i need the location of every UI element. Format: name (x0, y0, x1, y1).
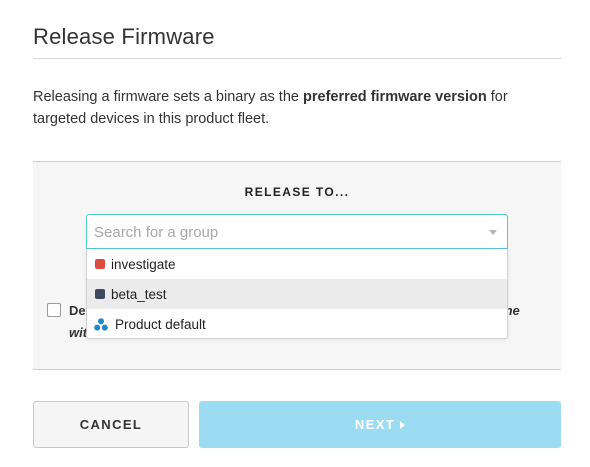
group-option-label: investigate (111, 256, 176, 272)
chevron-right-icon (400, 420, 406, 429)
modal-title: Release Firmware (33, 24, 215, 49)
next-button[interactable]: NEXT (199, 401, 561, 448)
chevron-down-icon[interactable] (489, 230, 497, 235)
default-checkbox[interactable] (47, 303, 61, 317)
group-dropdown-menu: investigate beta_test Product default (86, 249, 508, 339)
cancel-button-label: CANCEL (79, 417, 143, 432)
group-option-label: Product default (115, 316, 206, 332)
release-to-heading: RELEASE TO... (244, 185, 350, 199)
group-option-product-default[interactable]: Product default (87, 309, 507, 339)
intro-text-bold: preferred firmware version (303, 89, 487, 105)
group-search-input[interactable] (94, 221, 474, 243)
next-button-label: NEXT (354, 417, 396, 432)
group-option-investigate[interactable]: investigate (87, 249, 507, 279)
group-color-swatch (95, 289, 105, 299)
intro-text: Releasing a firmware sets a binary as th… (33, 86, 561, 130)
cancel-button[interactable]: CANCEL (33, 401, 189, 448)
intro-text-start: Releasing a firmware sets a binary as th… (33, 89, 303, 105)
group-select[interactable] (86, 214, 508, 249)
default-checkbox-label-line2: wit (69, 325, 88, 340)
group-option-label: beta_test (111, 286, 167, 302)
fleet-icon (94, 317, 108, 331)
group-option-beta-test[interactable]: beta_test (87, 279, 507, 309)
default-checkbox-label: De (69, 303, 86, 318)
title-divider (33, 58, 561, 59)
group-color-swatch (95, 259, 105, 269)
